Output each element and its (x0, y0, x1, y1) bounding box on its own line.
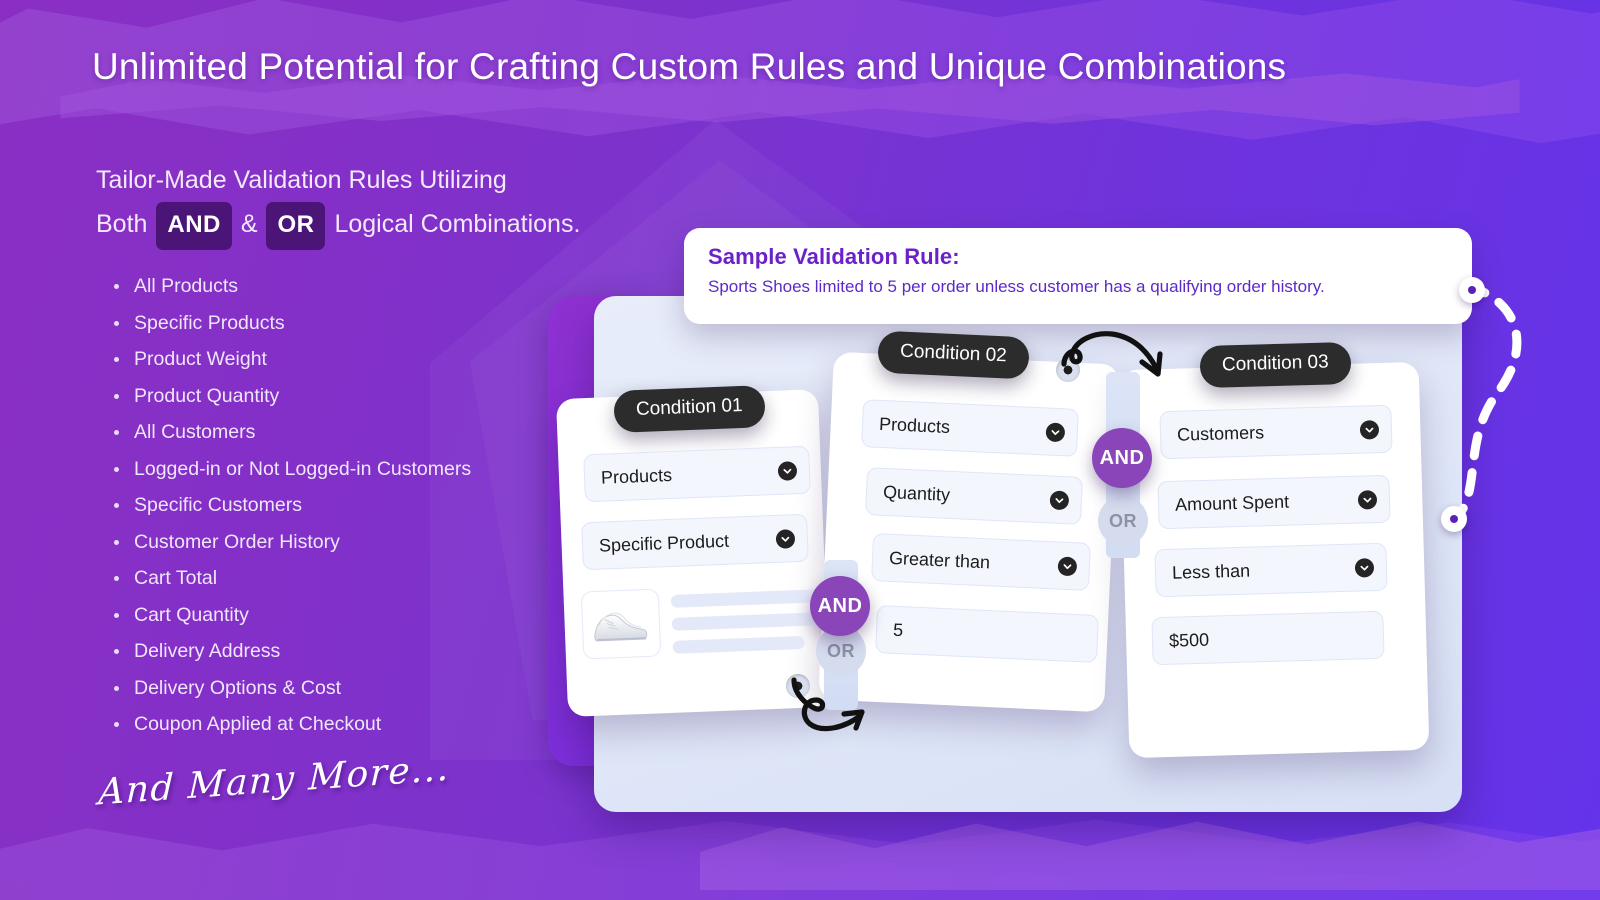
condition-02-field-value-input[interactable]: 5 (875, 604, 1099, 664)
chevron-down-icon[interactable] (1357, 489, 1378, 510)
chevron-down-icon[interactable] (775, 528, 796, 549)
condition-03-field-attribute[interactable]: Amount Spent (1157, 474, 1391, 530)
connector-grommet-top (1056, 358, 1080, 382)
chevron-down-icon[interactable] (1359, 419, 1380, 440)
condition-01-field-type-value: Products (600, 464, 673, 488)
condition-03-field-value: $500 (1168, 629, 1210, 651)
condition-01-field-scope[interactable]: Specific Product (581, 513, 809, 571)
dashed-path-node-start (1459, 277, 1485, 303)
condition-badge-01: Condition 01 (613, 385, 766, 433)
poster-canvas: Unlimited Potential for Crafting Custom … (0, 0, 1600, 900)
dashed-path-node-end (1441, 506, 1467, 532)
product-placeholder-lines (670, 589, 826, 664)
condition-02-field-type[interactable]: Products (861, 399, 1079, 457)
placeholder-line (672, 635, 805, 654)
rule-builder-illustration: Sample Validation Rule: Sports Shoes lim… (0, 0, 1600, 900)
chevron-down-icon[interactable] (1049, 489, 1070, 510)
condition-02-field-type-value: Products (878, 413, 951, 437)
condition-badge-02: Condition 02 (877, 330, 1030, 380)
condition-03-field-operator[interactable]: Less than (1154, 542, 1388, 598)
chevron-down-icon[interactable] (1354, 557, 1375, 578)
sports-shoes-icon (594, 612, 648, 642)
sample-validation-rule-card: Sample Validation Rule: Sports Shoes lim… (684, 228, 1472, 324)
condition-01-field-type[interactable]: Products (583, 445, 811, 503)
connector-grommet-bottom (786, 674, 810, 698)
logic-toggle-and-1[interactable]: AND (810, 576, 870, 636)
condition-01-field-scope-value: Specific Product (598, 530, 730, 556)
condition-02-field-operator-value: Greater than (888, 547, 991, 572)
logic-toggle-or-2[interactable]: OR (1098, 496, 1148, 546)
condition-03-field-value-input[interactable]: $500 (1151, 610, 1385, 666)
condition-03-field-attribute-value: Amount Spent (1174, 491, 1290, 515)
product-thumbnail (580, 588, 662, 660)
condition-03-field-operator-value: Less than (1171, 560, 1251, 583)
sample-rule-title: Sample Validation Rule: (708, 244, 960, 269)
chevron-down-icon[interactable] (1045, 421, 1066, 442)
condition-badge-03: Condition 03 (1199, 341, 1352, 389)
dashed-connector-path (1451, 281, 1522, 523)
condition-03-field-type[interactable]: Customers (1159, 404, 1393, 460)
chevron-down-icon[interactable] (777, 460, 798, 481)
condition-02-field-attribute[interactable]: Quantity (865, 467, 1083, 525)
condition-03-field-type-value: Customers (1176, 421, 1265, 445)
logic-toggle-and-2[interactable]: AND (1092, 428, 1152, 488)
condition-02-field-value: 5 (892, 619, 904, 640)
placeholder-line (671, 612, 823, 631)
chevron-down-icon[interactable] (1057, 556, 1078, 576)
condition-02-field-attribute-value: Quantity (882, 481, 951, 505)
sample-rule-text: Sports Shoes limited to 5 per order unle… (708, 277, 1325, 296)
condition-02-field-operator[interactable]: Greater than (871, 533, 1091, 591)
